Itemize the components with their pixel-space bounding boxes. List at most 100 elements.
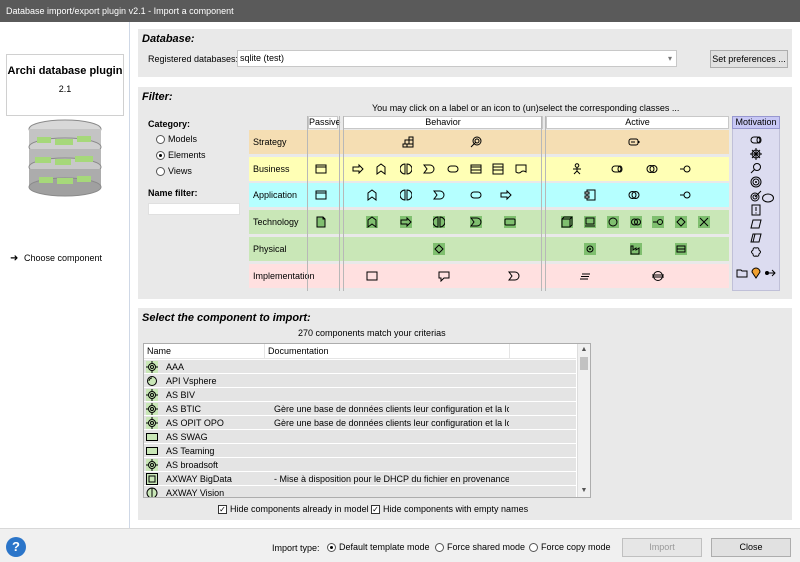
table-row[interactable]: AS Teaming <box>144 444 576 458</box>
folder-icon[interactable] <box>736 267 748 279</box>
technology-interaction-icon[interactable] <box>433 216 445 228</box>
radio-icon[interactable] <box>435 542 444 552</box>
distribution-network-icon[interactable] <box>433 243 445 255</box>
device-icon[interactable] <box>584 216 596 228</box>
mode-default-template-radio[interactable]: Default template mode <box>327 542 430 552</box>
artifact-icon[interactable] <box>315 216 327 228</box>
radio-icon[interactable] <box>156 166 165 176</box>
set-preferences-button[interactable]: Set preferences ... <box>710 50 788 68</box>
layer-label[interactable]: Physical <box>253 244 287 254</box>
value-icon[interactable] <box>750 246 762 258</box>
business-interaction-icon[interactable] <box>400 163 412 175</box>
checkbox-checked-icon[interactable]: ✓ <box>371 504 380 514</box>
layer-label[interactable]: Business <box>253 164 290 174</box>
gap-icon[interactable] <box>652 270 664 282</box>
layer-label[interactable]: Technology <box>253 217 299 227</box>
representation-icon[interactable] <box>492 163 504 175</box>
constraint-icon[interactable] <box>750 232 762 244</box>
business-actor-icon[interactable] <box>571 163 583 175</box>
table-row[interactable]: AS OPIT OPO Gère une base de données clie… <box>144 416 576 430</box>
implementation-event-icon[interactable] <box>508 270 520 282</box>
resource-icon[interactable] <box>628 136 640 148</box>
work-package-icon[interactable] <box>438 270 450 282</box>
table-row[interactable]: AS BIV <box>144 388 576 402</box>
column-active[interactable]: Active <box>546 116 729 129</box>
technology-interface-icon[interactable] <box>652 216 664 228</box>
requirement-icon[interactable] <box>750 218 762 230</box>
business-interface-icon[interactable] <box>679 163 691 175</box>
stakeholder-icon[interactable] <box>750 134 762 146</box>
business-object-icon[interactable] <box>315 163 327 175</box>
hide-empty-names-checkbox[interactable]: ✓ Hide components with empty names <box>371 504 528 514</box>
header-documentation[interactable]: Documentation <box>268 346 329 356</box>
material-icon[interactable] <box>675 243 687 255</box>
column-motivation[interactable]: Motivation <box>732 116 780 129</box>
technology-function-icon[interactable] <box>366 216 378 228</box>
close-button[interactable]: Close <box>711 538 791 557</box>
table-row[interactable]: AS SWAG <box>144 430 576 444</box>
communication-network-icon[interactable] <box>675 216 687 228</box>
scrollbar-thumb[interactable] <box>580 357 588 370</box>
name-filter-input[interactable] <box>148 203 240 215</box>
application-function-icon[interactable] <box>366 189 378 201</box>
layer-strategy[interactable]: Strategy <box>249 130 729 154</box>
driver-icon[interactable] <box>750 148 762 160</box>
application-interaction-icon[interactable] <box>400 189 412 201</box>
technology-event-icon[interactable] <box>470 216 482 228</box>
table-row[interactable]: AS broadsoft <box>144 458 576 472</box>
equipment-icon[interactable] <box>584 243 596 255</box>
chevron-down-icon[interactable]: ▾ <box>668 51 672 66</box>
technology-service-icon[interactable] <box>504 216 516 228</box>
table-scrollbar[interactable]: ▲ ▼ <box>577 344 590 497</box>
table-row[interactable]: AXWAY BigData - Mise à disposition pour … <box>144 472 576 486</box>
application-interface-icon[interactable] <box>679 189 691 201</box>
technology-process-icon[interactable] <box>400 216 412 228</box>
outcome-icon[interactable] <box>750 190 762 202</box>
component-table[interactable]: Name Documentation AAA API Vsphere AS BIV A… <box>143 343 591 498</box>
business-function-icon[interactable] <box>375 163 387 175</box>
table-row[interactable]: AXWAY Vision <box>144 486 576 497</box>
table-row[interactable]: AS BTIC Gère une base de données clients … <box>144 402 576 416</box>
capability-icon[interactable] <box>402 136 414 148</box>
application-service-icon[interactable] <box>470 189 482 201</box>
radio-checked-icon[interactable] <box>156 150 165 160</box>
step-choose-component[interactable]: ➜ Choose component <box>10 253 102 264</box>
checkbox-checked-icon[interactable]: ✓ <box>218 504 227 514</box>
layer-physical[interactable]: Physical <box>249 237 729 261</box>
category-views-radio[interactable]: Views <box>156 166 192 176</box>
junction-icon[interactable] <box>764 267 776 279</box>
mode-force-shared-radio[interactable]: Force shared mode <box>435 542 525 552</box>
radio-icon[interactable] <box>529 542 538 552</box>
plateau-icon[interactable] <box>579 270 591 282</box>
principle-icon[interactable] <box>750 204 762 216</box>
deliverable-icon[interactable] <box>366 270 378 282</box>
radio-checked-icon[interactable] <box>327 542 336 552</box>
business-process-icon[interactable] <box>352 163 364 175</box>
mode-force-copy-radio[interactable]: Force copy mode <box>529 542 611 552</box>
system-software-icon[interactable] <box>607 216 619 228</box>
application-event-icon[interactable] <box>433 189 445 201</box>
header-name[interactable]: Name <box>147 346 171 356</box>
scroll-down-icon[interactable]: ▼ <box>578 485 590 497</box>
help-icon[interactable]: ? <box>6 537 26 557</box>
column-behavior[interactable]: Behavior <box>343 116 543 129</box>
application-collaboration-icon[interactable] <box>628 189 640 201</box>
node-icon[interactable] <box>561 216 573 228</box>
scroll-up-icon[interactable]: ▲ <box>578 344 590 356</box>
business-event-icon[interactable] <box>423 163 435 175</box>
business-service-icon[interactable] <box>447 163 459 175</box>
hide-in-model-checkbox[interactable]: ✓ Hide components already in model <box>218 504 369 514</box>
facility-icon[interactable] <box>630 243 642 255</box>
technology-collaboration-icon[interactable] <box>630 216 642 228</box>
import-button[interactable]: Import <box>622 538 702 557</box>
radio-icon[interactable] <box>156 134 165 144</box>
business-collaboration-icon[interactable] <box>646 163 658 175</box>
layer-label[interactable]: Strategy <box>253 137 287 147</box>
category-models-radio[interactable]: Models <box>156 134 197 144</box>
application-component-icon[interactable] <box>584 189 596 201</box>
contract-icon[interactable] <box>470 163 482 175</box>
column-passive[interactable]: Passive <box>308 116 341 129</box>
table-row[interactable]: AAA <box>144 360 576 374</box>
category-elements-radio[interactable]: Elements <box>156 150 206 160</box>
path-icon[interactable] <box>698 216 710 228</box>
